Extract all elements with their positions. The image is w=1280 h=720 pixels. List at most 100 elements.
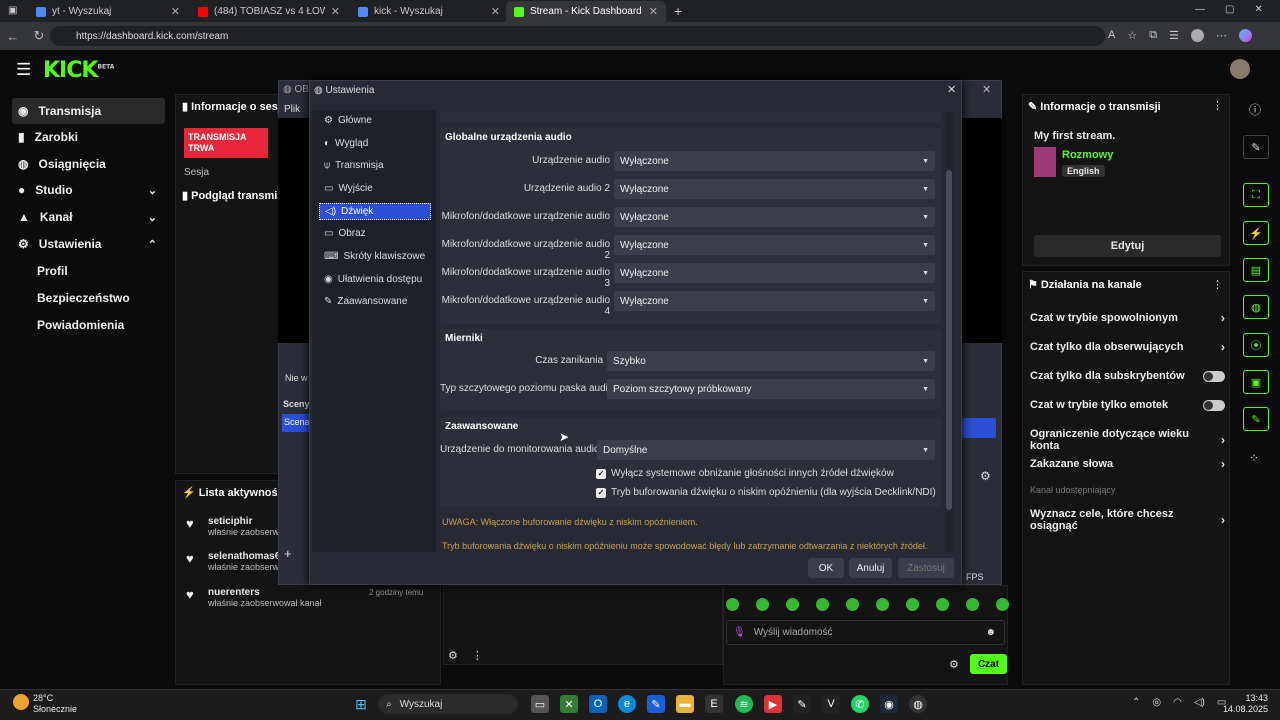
- chat-bubble-icon[interactable]: ◍: [1243, 295, 1269, 319]
- obs-menu-file[interactable]: Plik: [284, 104, 300, 115]
- emote-icon[interactable]: [726, 598, 739, 611]
- category-appearance[interactable]: ◐ Wygląd: [319, 135, 431, 152]
- emote-icon[interactable]: [816, 598, 829, 611]
- sidebar-item-osiagniecia[interactable]: ◍ Osiągnięcia: [12, 151, 165, 177]
- obs-taskbar-icon[interactable]: ◍: [909, 695, 927, 713]
- emote-icon[interactable]: [846, 598, 859, 611]
- minimize-icon[interactable]: —: [1195, 4, 1205, 15]
- emote-icon[interactable]: [996, 598, 1009, 611]
- emote-only-toggle[interactable]: [1203, 399, 1225, 411]
- obs-scene-item[interactable]: Scena: [282, 414, 310, 432]
- ok-button[interactable]: OK: [808, 558, 844, 578]
- info-icon[interactable]: ⓘ: [1249, 101, 1261, 118]
- profile-avatar[interactable]: [1190, 29, 1204, 42]
- obs-close-icon[interactable]: ✕: [982, 83, 991, 96]
- sidebar-item-zarobki[interactable]: ▮ Zarobki: [12, 124, 165, 150]
- emoji-icon[interactable]: ☻: [985, 627, 996, 638]
- task-view-icon[interactable]: ▭: [531, 695, 549, 713]
- reload-icon[interactable]: ↻: [30, 28, 48, 44]
- copilot-icon[interactable]: [1238, 29, 1252, 42]
- obs-add-scene-icon[interactable]: +: [284, 546, 292, 561]
- disable-ducking-checkbox[interactable]: ✓ Wyłącz systemowe obniżanie głośności in…: [596, 468, 894, 479]
- scrollbar-thumb[interactable]: [946, 170, 952, 510]
- category-advanced[interactable]: ✎ Zaawansowane: [319, 293, 431, 310]
- user-avatar[interactable]: [1230, 59, 1250, 79]
- clip-icon[interactable]: ⛶: [1243, 183, 1269, 207]
- browser-tab-active[interactable]: Stream - Kick Dashboard ✕: [506, 1, 666, 22]
- action-slow-mode[interactable]: Czat w trybie spowolnionym ›: [1030, 311, 1225, 325]
- category-video[interactable]: ▭ Obraz: [319, 225, 431, 242]
- close-window-icon[interactable]: ✕: [1254, 4, 1262, 15]
- chat-input[interactable]: 🎙 Wyślij wiadomość ☻: [726, 620, 1005, 645]
- apps-icon[interactable]: ⁘: [1249, 451, 1259, 465]
- obs-gear-icon[interactable]: ⚙: [980, 469, 991, 483]
- more-dots-icon[interactable]: ⋮: [1212, 99, 1223, 112]
- activity-user[interactable]: selenathomas6: [208, 551, 280, 562]
- category-hotkeys[interactable]: ⌨ Skróty klawiszowe: [319, 248, 431, 265]
- activity-user[interactable]: seticiphir: [208, 516, 279, 527]
- sidebar-item-kanal[interactable]: ▲ Kanał ⌄: [12, 204, 165, 230]
- edge-icon[interactable]: e: [618, 695, 636, 713]
- category-accessibility[interactable]: ◉ Ułatwienia dostępu: [319, 271, 431, 288]
- cancel-button[interactable]: Anuluj: [849, 558, 892, 578]
- taskbar-clock[interactable]: 13:43 14.08.2025: [1218, 693, 1268, 715]
- mic-device-4-select[interactable]: Wyłączone ▼: [614, 291, 935, 311]
- new-tab-icon[interactable]: +: [674, 3, 682, 19]
- hamburger-menu-icon[interactable]: ☰: [16, 60, 31, 80]
- wifi-icon[interactable]: ◠: [1173, 697, 1182, 708]
- microphone-icon[interactable]: 🎙: [733, 627, 746, 638]
- xbox-icon[interactable]: ✕: [560, 695, 578, 713]
- emote-icon[interactable]: [906, 598, 919, 611]
- browser-tab[interactable]: (484) TOBIASZ vs 4 ŁOWCÓW - R... ✕: [190, 1, 348, 22]
- sidebar-subitem-profil[interactable]: Profil: [37, 264, 68, 278]
- browser-tab[interactable]: kick - Wyszukaj ✕: [350, 1, 508, 22]
- action-followers-only[interactable]: Czat tylko dla obserwujących ›: [1030, 340, 1225, 354]
- chat-settings-icon[interactable]: ⚙: [949, 658, 959, 671]
- emote-icon[interactable]: [876, 598, 889, 611]
- flash-icon[interactable]: ⚡: [1243, 221, 1269, 245]
- decay-rate-select[interactable]: Szybko ▼: [607, 351, 935, 371]
- epic-games-icon[interactable]: E: [705, 695, 723, 713]
- extensions-icon[interactable]: ⧉: [1149, 29, 1157, 42]
- close-tab-icon[interactable]: ✕: [331, 5, 340, 18]
- sidebar-item-ustawienia[interactable]: ⚙ Ustawienia ⌃: [12, 231, 165, 257]
- whatsapp-icon[interactable]: ✆: [851, 695, 869, 713]
- category-stream[interactable]: ⍦ Transmisja: [319, 157, 431, 174]
- edit-pencil-icon[interactable]: ✎: [1243, 135, 1269, 159]
- subscribers-only-toggle[interactable]: [1203, 370, 1225, 382]
- menu-dots-icon[interactable]: ⋯: [1216, 29, 1227, 42]
- sidebar-item-studio[interactable]: ● Studio ⌄: [12, 177, 165, 203]
- mic-device-select[interactable]: Wyłączone ▼: [614, 207, 935, 227]
- url-field[interactable]: https://dashboard.kick.com/stream: [50, 26, 1105, 46]
- file-explorer-icon[interactable]: ▬: [676, 695, 694, 713]
- emote-icon[interactable]: [756, 598, 769, 611]
- collections-icon[interactable]: ☰: [1169, 29, 1179, 42]
- notes-icon[interactable]: ▤: [1243, 258, 1269, 282]
- video-app-icon[interactable]: ▶: [764, 695, 782, 713]
- emote-icon[interactable]: [786, 598, 799, 611]
- pen-app-icon[interactable]: ✎: [793, 695, 811, 713]
- low-latency-buffering-checkbox[interactable]: ✓ Tryb buforowania dźwięku o niskim opóźn…: [596, 487, 936, 498]
- obs-selected-source[interactable]: [962, 418, 996, 438]
- back-icon[interactable]: ←: [4, 29, 22, 44]
- sidebar-subitem-bezpieczenstwo[interactable]: Bezpieczeństwo: [37, 291, 130, 305]
- action-banned-words[interactable]: Zakazane słowa ›: [1030, 457, 1225, 471]
- sidebar-subitem-powiadomienia[interactable]: Powiadomienia: [37, 318, 124, 332]
- tray-app-icon[interactable]: ◎: [1152, 697, 1161, 708]
- spotify-icon[interactable]: ≋: [735, 695, 753, 713]
- read-aloud-icon[interactable]: A: [1108, 29, 1115, 42]
- mic-device-3-select[interactable]: Wyłączone ▼: [614, 263, 935, 283]
- monitoring-device-select[interactable]: Domyślne ▼: [597, 440, 935, 460]
- outlook-icon[interactable]: O: [589, 695, 607, 713]
- wrench-icon[interactable]: ✎: [1243, 407, 1269, 431]
- mic-device-2-select[interactable]: Wyłączone ▼: [614, 235, 935, 255]
- close-tab-icon[interactable]: ✕: [491, 5, 500, 18]
- tray-chevron-icon[interactable]: ⌃: [1132, 697, 1140, 708]
- weather-widget[interactable]: 28°C Słonecznie: [33, 693, 77, 715]
- apply-button[interactable]: Zastosuj: [898, 558, 954, 578]
- settings-icon[interactable]: ⚙: [448, 649, 458, 662]
- more-dots-icon[interactable]: ⋮: [472, 649, 483, 662]
- windows-start-icon[interactable]: ⊞: [352, 695, 370, 713]
- audio-device-select[interactable]: Wyłączone ▼: [614, 151, 935, 171]
- emote-icon[interactable]: [966, 598, 979, 611]
